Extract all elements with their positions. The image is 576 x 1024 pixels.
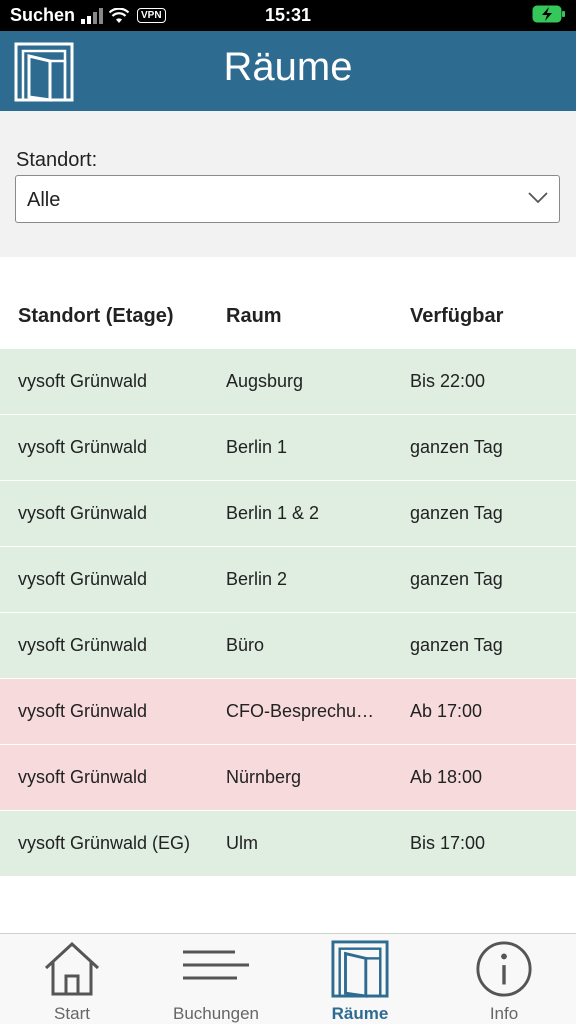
- cell-location: vysoft Grünwald: [18, 503, 148, 523]
- info-icon: [476, 941, 532, 997]
- cell-available: Ab 17:00: [410, 701, 483, 721]
- cell-room: CFO-Besprechun...: [226, 701, 376, 721]
- cell-location: vysoft Grünwald (EG): [18, 833, 191, 853]
- cell-room: Büro: [226, 635, 265, 655]
- status-bar: Suchen VPN 15:31: [0, 0, 576, 31]
- table-row[interactable]: vysoft Grünwald Nürnberg Ab 18:00: [0, 745, 576, 811]
- tab-raeume-label: Räume: [331, 1004, 389, 1023]
- tab-start[interactable]: Start: [0, 934, 144, 1024]
- table-row[interactable]: vysoft Grünwald Berlin 1 & 2 ganzen Tag: [0, 481, 576, 547]
- location-select[interactable]: Alle: [15, 175, 560, 223]
- door-icon: [331, 940, 389, 998]
- tab-bar: Start Buchungen Räume Info: [0, 933, 576, 1024]
- tab-start-label: Start: [54, 1004, 90, 1023]
- list-icon: [183, 950, 249, 980]
- tab-raeume[interactable]: Räume: [288, 934, 432, 1024]
- page-title: Räume: [223, 45, 353, 89]
- clock: 15:31: [264, 5, 312, 25]
- tab-buchungen-label: Buchungen: [172, 1004, 260, 1023]
- app-header: Räume: [0, 31, 576, 111]
- cell-location: vysoft Grünwald: [18, 569, 148, 589]
- cell-room: Berlin 2: [226, 569, 288, 589]
- cell-room: Nürnberg: [226, 767, 302, 787]
- cell-location: vysoft Grünwald: [18, 635, 148, 655]
- cell-available: ganzen Tag: [410, 569, 503, 589]
- tab-info-label: Info: [489, 1004, 519, 1023]
- table-row[interactable]: vysoft Grünwald (EG) Ulm Bis 17:00: [0, 811, 576, 877]
- table-row[interactable]: vysoft Grünwald Büro ganzen Tag: [0, 613, 576, 679]
- table-row[interactable]: vysoft Grünwald Berlin 2 ganzen Tag: [0, 547, 576, 613]
- cell-location: vysoft Grünwald: [18, 701, 148, 721]
- table-body: vysoft Grünwald Augsburg Bis 22:00 vysoft G…: [0, 349, 576, 877]
- location-select-value: Alle: [27, 189, 61, 211]
- battery-charging-icon: [532, 5, 565, 23]
- location-filter-label: Standort:: [16, 149, 98, 171]
- status-right: [532, 5, 566, 28]
- table-header: Standort (Etage) Raum Verfügbar: [0, 257, 576, 349]
- cell-room: Berlin 1 & 2: [226, 503, 320, 523]
- cell-location: vysoft Grünwald: [18, 767, 148, 787]
- cell-available: Ab 18:00: [410, 767, 483, 787]
- chevron-down-icon: [528, 192, 548, 204]
- cell-room: Augsburg: [226, 371, 304, 391]
- location-filter: Standort: Alle: [0, 111, 576, 257]
- column-header-available: Verfügbar: [410, 305, 504, 327]
- rooms-table: Standort (Etage) Raum Verfügbar vysoft G…: [0, 257, 576, 933]
- home-icon: [44, 941, 100, 996]
- cell-available: ganzen Tag: [410, 437, 503, 457]
- cell-location: vysoft Grünwald: [18, 437, 148, 457]
- column-header-location: Standort (Etage): [18, 305, 174, 327]
- cell-available: ganzen Tag: [410, 635, 503, 655]
- tab-info[interactable]: Info: [432, 934, 576, 1024]
- cell-available: Bis 17:00: [410, 833, 486, 853]
- cell-available: ganzen Tag: [410, 503, 503, 523]
- column-header-room: Raum: [226, 305, 282, 327]
- table-row[interactable]: vysoft Grünwald Augsburg Bis 22:00: [0, 349, 576, 415]
- cell-room: Berlin 1: [226, 437, 288, 457]
- cell-available: Bis 22:00: [410, 371, 486, 391]
- tab-buchungen[interactable]: Buchungen: [144, 934, 288, 1024]
- cell-room: Ulm: [226, 833, 258, 853]
- table-row[interactable]: vysoft Grünwald CFO-Besprechun... Ab 17:00: [0, 679, 576, 745]
- cell-location: vysoft Grünwald: [18, 371, 148, 391]
- table-row[interactable]: vysoft Grünwald Berlin 1 ganzen Tag: [0, 415, 576, 481]
